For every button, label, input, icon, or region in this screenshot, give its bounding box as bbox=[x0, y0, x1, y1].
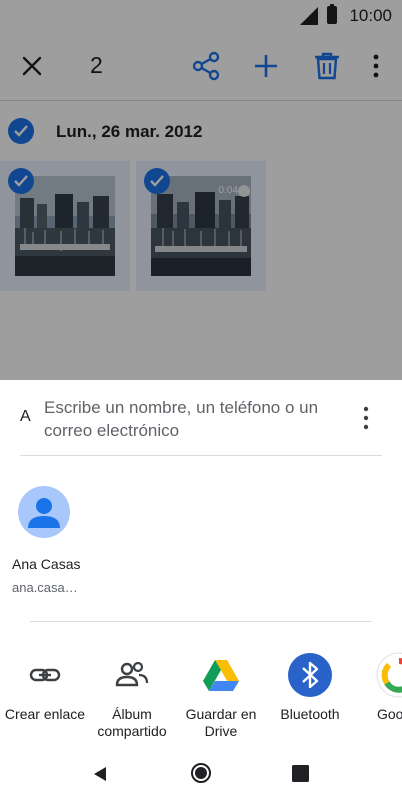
contact-email: ana.casa… bbox=[12, 580, 78, 595]
scrim-overlay[interactable] bbox=[0, 0, 402, 380]
to-label: A bbox=[20, 408, 31, 425]
contact-suggestion[interactable]: Ana Casas ana.casa… bbox=[8, 484, 88, 604]
share-target-create-link[interactable]: Crear enlace bbox=[0, 652, 90, 752]
share-target-google[interactable]: Googl bbox=[350, 652, 402, 752]
target-label: Álbum compartido bbox=[97, 706, 167, 739]
target-label: Guardar en Drive bbox=[185, 706, 257, 739]
contact-name: Ana Casas bbox=[12, 556, 81, 572]
share-target-shared-album[interactable]: Álbum compartido bbox=[87, 652, 177, 752]
home-icon[interactable] bbox=[190, 762, 212, 784]
avatar bbox=[18, 486, 70, 538]
share-targets: Crear enlace Álbum compartido Guardar en… bbox=[0, 652, 402, 752]
divider bbox=[20, 455, 382, 456]
share-target-drive[interactable]: Guardar en Drive bbox=[176, 652, 266, 752]
link-icon bbox=[29, 668, 61, 682]
target-label: Crear enlace bbox=[4, 706, 86, 722]
target-label: Googl bbox=[377, 706, 402, 722]
drive-icon bbox=[203, 660, 239, 691]
divider bbox=[30, 621, 372, 622]
recipient-search-input[interactable]: Escribe un nombre, un teléfono o un corr… bbox=[44, 396, 344, 444]
shared-album-icon bbox=[115, 661, 149, 687]
bluetooth-icon bbox=[288, 653, 332, 697]
share-sheet: A Escribe un nombre, un teléfono o un co… bbox=[0, 380, 402, 804]
share-target-bluetooth[interactable]: Bluetooth bbox=[265, 652, 355, 752]
target-label: Bluetooth bbox=[280, 706, 340, 722]
navigation-bar bbox=[0, 756, 402, 804]
more-vert-icon[interactable] bbox=[356, 404, 376, 432]
back-icon[interactable] bbox=[90, 764, 110, 784]
recent-apps-icon[interactable] bbox=[292, 765, 309, 782]
google-icon bbox=[376, 652, 402, 698]
photo-selection-screen: 10:00 2 Lun., 26 mar. 2012 0:04 bbox=[0, 0, 402, 380]
